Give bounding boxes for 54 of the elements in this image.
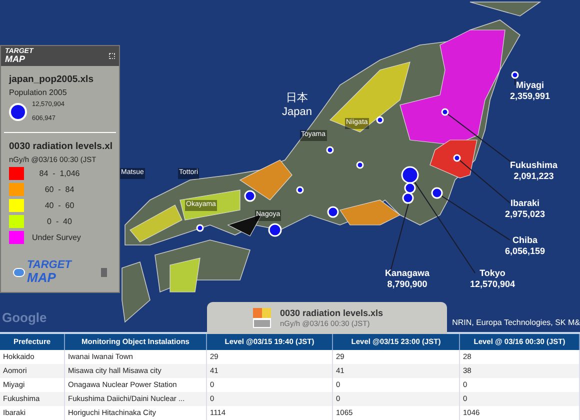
population-marker[interactable]: [511, 71, 519, 79]
prefecture-region[interactable]: [170, 258, 200, 292]
callout-name: Kanagawa: [385, 268, 430, 280]
callout-value: 2,091,223: [514, 171, 554, 182]
callout-name: Chiba: [512, 235, 538, 246]
callout-name: Ibaraki: [510, 198, 540, 210]
callout-name: Tokyo: [480, 268, 506, 280]
callout-name: Fukushima: [510, 160, 558, 172]
dataset-title: 0030 radiation levels.xl: [9, 140, 111, 154]
google-logo: Google: [2, 309, 47, 327]
callout-name: Miyagi: [516, 80, 544, 92]
satellite-map[interactable]: [0, 0, 580, 332]
callout-value: 8,790,900: [387, 279, 428, 290]
population-marker[interactable]: [268, 223, 282, 237]
population-marker[interactable]: [453, 154, 461, 162]
country-label: 日本: [286, 92, 308, 106]
island-shape: [470, 2, 542, 16]
population-marker[interactable]: [402, 192, 414, 204]
population-marker[interactable]: [431, 187, 443, 199]
prefecture-region[interactable]: [430, 140, 478, 178]
population-marker[interactable]: [296, 186, 304, 194]
population-marker[interactable]: [356, 161, 364, 169]
dataset-subtitle: Population 2005: [9, 87, 68, 100]
population-marker-icon: [9, 103, 27, 121]
prefecture-region[interactable]: [400, 30, 506, 146]
population-marker[interactable]: [404, 182, 416, 194]
target-map-logo: TARGET MAP: [27, 260, 72, 284]
callout-value: 2,975,023: [505, 209, 546, 220]
legend-range: 40 - 60: [44, 200, 76, 212]
callout-value: 6,056,159: [505, 246, 546, 258]
prefecture-region[interactable]: [329, 62, 410, 132]
drag-grip-icon[interactable]: [109, 53, 115, 59]
population-marker[interactable]: [244, 190, 256, 202]
prefecture-region[interactable]: [340, 200, 401, 226]
legend-range: Under Survey: [32, 232, 81, 244]
population-marker[interactable]: [326, 146, 334, 154]
population-marker[interactable]: [441, 108, 449, 116]
logo-mark-icon: [13, 268, 25, 276]
prefecture-region[interactable]: [239, 160, 292, 200]
popup-title: 0030 radiation levels.xls: [280, 308, 384, 319]
population-marker[interactable]: [376, 116, 384, 124]
map-copyright: NRIN, Europa Technologies, SK M&: [452, 317, 580, 329]
island-shape: [122, 261, 150, 323]
legend-range: 0 - 40: [46, 216, 73, 228]
country-label: Japan: [282, 106, 312, 120]
legend-range: 60 - 84: [44, 184, 76, 196]
prefecture-region[interactable]: [130, 204, 182, 242]
callout-value: 2,359,991: [510, 91, 550, 102]
callout-value: 12,570,904: [470, 279, 516, 290]
dataset-title: japan_pop2005.xls: [9, 73, 94, 87]
population-marker[interactable]: [196, 224, 204, 232]
legend-range: 84 - 1,046: [38, 168, 81, 180]
spreadsheet-icon: [252, 307, 272, 329]
population-marker[interactable]: [327, 206, 339, 218]
